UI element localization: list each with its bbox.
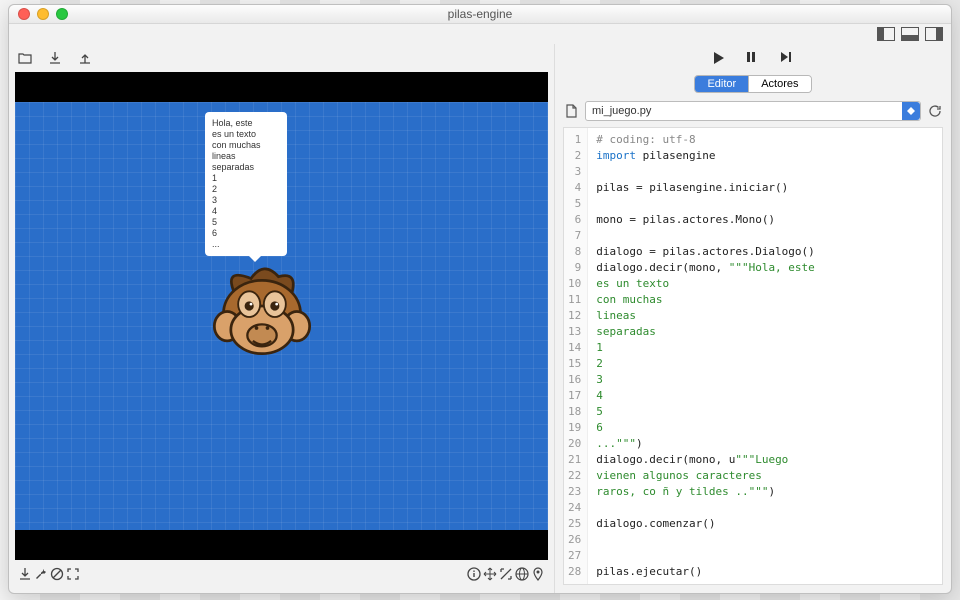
window: pilas-engine Hola, este es un texto con … bbox=[8, 4, 952, 594]
tab-actores[interactable]: Actores bbox=[748, 76, 810, 92]
file-select[interactable]: mi_juego.py bbox=[585, 101, 921, 121]
upload-icon[interactable] bbox=[77, 50, 93, 66]
globe-icon[interactable] bbox=[514, 566, 530, 582]
pause-icon[interactable] bbox=[746, 51, 760, 65]
info-icon[interactable] bbox=[466, 566, 482, 582]
pin-icon[interactable] bbox=[530, 566, 546, 582]
line-gutter: 1234567891011121314151617181920212223242… bbox=[564, 128, 588, 584]
reload-icon[interactable] bbox=[927, 103, 943, 119]
titlebar: pilas-engine bbox=[9, 5, 951, 24]
new-file-icon[interactable] bbox=[563, 103, 579, 119]
wrench-icon[interactable] bbox=[33, 566, 49, 582]
file-select-label: mi_juego.py bbox=[592, 105, 651, 117]
block-icon[interactable] bbox=[49, 566, 65, 582]
layout-right-icon[interactable] bbox=[925, 27, 943, 41]
tab-editor[interactable]: Editor bbox=[695, 76, 748, 92]
expand-icon[interactable] bbox=[498, 566, 514, 582]
step-icon[interactable] bbox=[780, 51, 794, 65]
monkey-actor bbox=[207, 262, 317, 372]
preview-bottom-toolbar bbox=[9, 560, 554, 588]
layout-bottom-icon[interactable] bbox=[901, 27, 919, 41]
code-content[interactable]: # coding: utf-8import pilasengine pilas … bbox=[588, 128, 823, 584]
speech-balloon: Hola, este es un texto con muchas lineas… bbox=[205, 112, 287, 256]
layout-left-icon[interactable] bbox=[877, 27, 895, 41]
chevron-updown-icon bbox=[902, 102, 920, 120]
game-grid: Hola, este es un texto con muchas lineas… bbox=[15, 102, 548, 530]
code-editor[interactable]: 1234567891011121314151617181920212223242… bbox=[563, 127, 943, 585]
move-icon[interactable] bbox=[482, 566, 498, 582]
export-icon[interactable] bbox=[17, 566, 33, 582]
editor-tabs: Editor Actores bbox=[694, 75, 811, 93]
open-folder-icon[interactable] bbox=[17, 50, 33, 66]
download-icon[interactable] bbox=[47, 50, 63, 66]
window-title: pilas-engine bbox=[9, 7, 951, 21]
editor-pane: Editor Actores mi_juego.py 1234567891011… bbox=[554, 44, 951, 593]
play-icon[interactable] bbox=[712, 51, 726, 65]
layout-switcher bbox=[9, 24, 951, 44]
preview-pane: Hola, este es un texto con muchas lineas… bbox=[9, 44, 554, 593]
game-viewport[interactable]: Hola, este es un texto con muchas lineas… bbox=[15, 72, 548, 560]
fullscreen-icon[interactable] bbox=[65, 566, 81, 582]
